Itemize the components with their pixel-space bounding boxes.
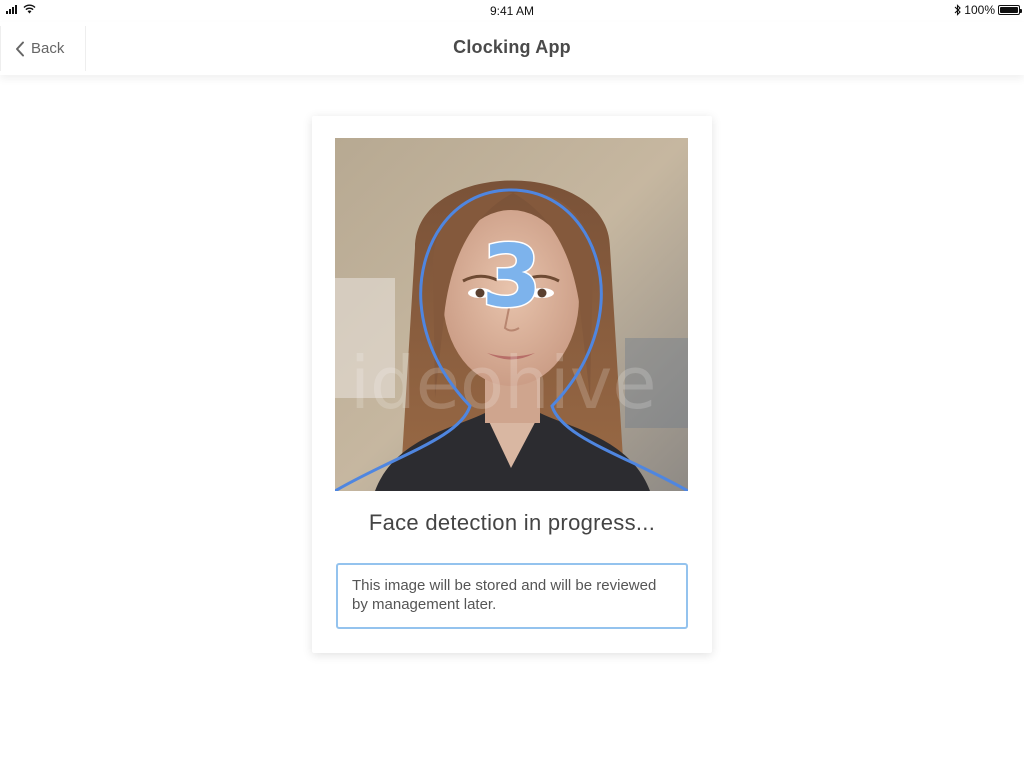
storage-notice-text: This image will be stored and will be re…: [352, 577, 657, 613]
face-capture-card: ideohive 3 Face detection in progress...…: [312, 116, 712, 653]
battery-percent: 100%: [964, 3, 995, 17]
countdown-number: 3: [480, 227, 543, 327]
svg-text:ideohive: ideohive: [350, 341, 657, 425]
bluetooth-icon: [954, 4, 962, 16]
detection-status-text: Face detection in progress...: [368, 510, 656, 535]
camera-preview: ideohive 3: [335, 138, 688, 491]
status-right: 100%: [954, 3, 1022, 17]
navigation-bar: Back Clocking App: [0, 22, 1024, 75]
page-title: Clocking App: [453, 37, 571, 57]
storage-notice: This image will be stored and will be re…: [336, 563, 688, 629]
status-time: 9:41 AM: [489, 4, 535, 18]
battery-icon: [998, 5, 1022, 15]
status-bar: 9:41 AM 100%: [0, 0, 1024, 22]
